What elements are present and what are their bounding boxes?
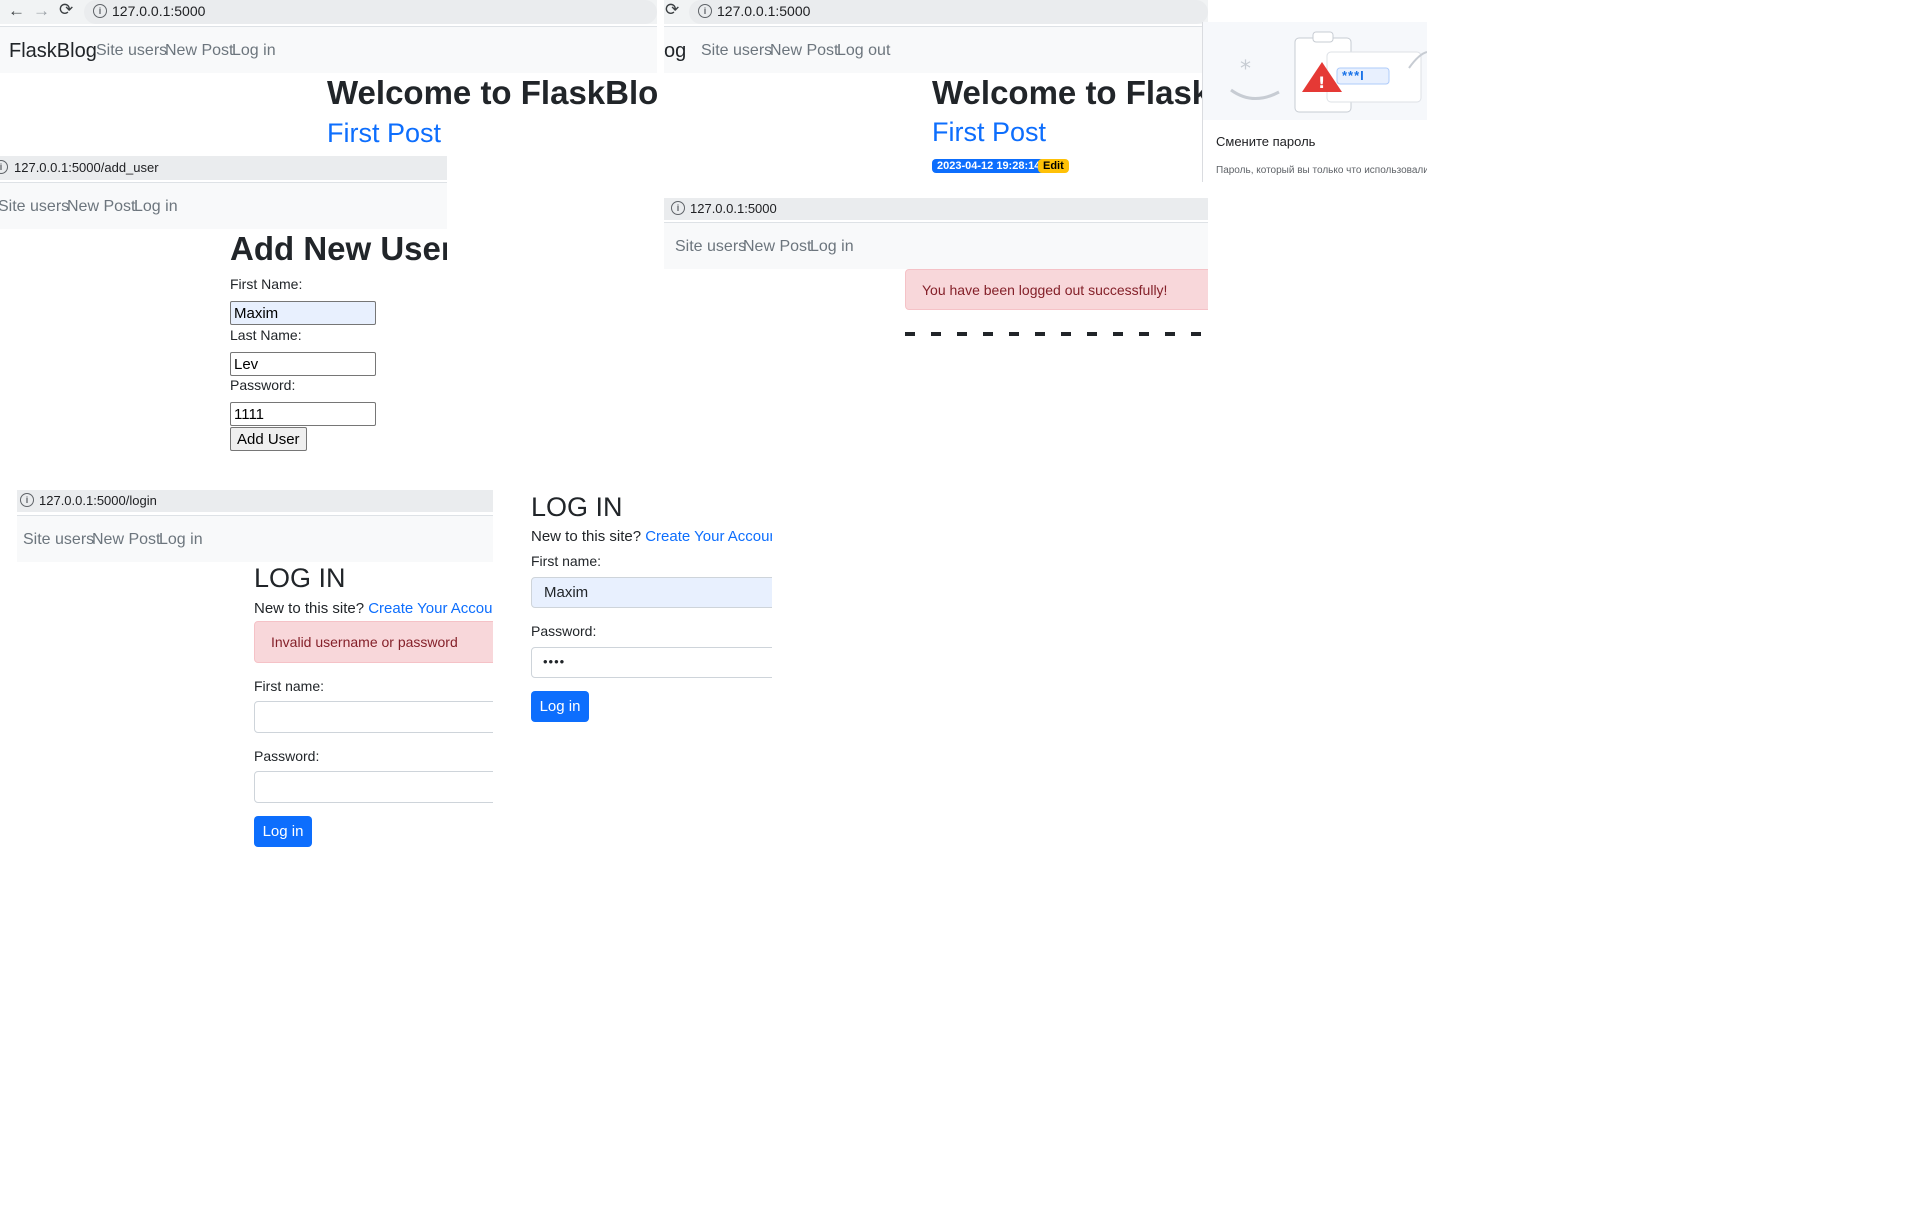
url-text: 127.0.0.1:5000 bbox=[112, 3, 206, 19]
edit-badge[interactable]: Edit bbox=[1038, 159, 1069, 173]
browser-toolbar: ← → ⟳ i 127.0.0.1:5000 bbox=[0, 0, 657, 24]
new-to-site-text: New to this site? Create Your Account bbox=[531, 528, 772, 545]
new-to-site-label: New to this site? bbox=[531, 528, 642, 545]
nav-log-in[interactable]: Log in bbox=[810, 238, 854, 256]
panel-home-logged-in: ⟳ i 127.0.0.1:5000 og Site users New Pos… bbox=[664, 0, 1208, 182]
last-name-field[interactable] bbox=[230, 352, 376, 376]
first-name-field[interactable] bbox=[254, 701, 493, 733]
navbar: og Site users New Post Log out bbox=[664, 26, 1208, 73]
nav-log-in[interactable]: Log in bbox=[159, 531, 203, 549]
nav-new-post[interactable]: New Post bbox=[743, 238, 811, 256]
url-text: 127.0.0.1:5000/add_user bbox=[14, 160, 159, 175]
reload-icon[interactable]: ⟳ bbox=[59, 0, 73, 20]
first-name-label: First name: bbox=[254, 678, 325, 694]
nav-site-users[interactable]: Site users bbox=[0, 198, 69, 216]
navbar: FlaskBlog Site users New Post Log in bbox=[0, 26, 657, 73]
login-button[interactable]: Log in bbox=[531, 691, 589, 722]
nav-site-users[interactable]: Site users bbox=[96, 42, 167, 60]
nav-site-users[interactable]: Site users bbox=[675, 238, 746, 256]
invalid-login-alert: Invalid username or password bbox=[254, 621, 493, 663]
page-title: LOG IN bbox=[531, 492, 623, 522]
nav-site-users[interactable]: Site users bbox=[701, 42, 772, 60]
info-icon[interactable]: i bbox=[93, 4, 107, 18]
info-icon[interactable]: i bbox=[671, 201, 685, 215]
post-title-link[interactable]: First Post bbox=[327, 118, 441, 149]
password-warning-popup: * ! ***I Смените пароль Пароль, который … bbox=[1202, 22, 1427, 182]
brand-link[interactable]: og bbox=[664, 40, 686, 63]
browser-toolbar: i 127.0.0.1:5000 bbox=[664, 198, 1208, 220]
password-field[interactable] bbox=[254, 771, 493, 803]
popup-illustration: * ! ***I bbox=[1203, 22, 1427, 120]
nav-new-post[interactable]: New Post bbox=[92, 531, 160, 549]
popup-text: Пароль, который вы только что использова… bbox=[1216, 165, 1427, 176]
new-to-site-text: New to this site? Create Your Account bbox=[254, 600, 493, 617]
add-user-button[interactable]: Add User bbox=[230, 427, 307, 451]
password-field[interactable] bbox=[230, 402, 376, 426]
brand-link[interactable]: FlaskBlog bbox=[9, 40, 97, 63]
nav-site-users[interactable]: Site users bbox=[23, 531, 94, 549]
panel-logged-out: i 127.0.0.1:5000 Site users New Post Log… bbox=[664, 198, 1208, 336]
forward-arrow-icon[interactable]: → bbox=[33, 1, 50, 21]
navbar: Site users New Post Log in bbox=[17, 515, 493, 562]
nav-new-post[interactable]: New Post bbox=[770, 42, 838, 60]
password-label: Password: bbox=[230, 377, 296, 393]
url-text: 127.0.0.1:5000 bbox=[690, 201, 777, 216]
password-mask: ***I bbox=[1342, 68, 1365, 83]
nav-log-out[interactable]: Log out bbox=[837, 42, 890, 60]
password-label: Password: bbox=[254, 748, 320, 764]
nav-new-post[interactable]: New Post bbox=[67, 198, 135, 216]
svg-text:*: * bbox=[1240, 57, 1251, 82]
create-account-link[interactable]: Create Your Account bbox=[368, 600, 493, 617]
url-text: 127.0.0.1:5000 bbox=[717, 3, 811, 19]
first-name-label: First name: bbox=[531, 553, 602, 569]
first-name-label: First Name: bbox=[230, 276, 303, 292]
cut-off-heading-fragment bbox=[905, 329, 1205, 336]
address-bar[interactable]: i 127.0.0.1:5000 bbox=[84, 0, 657, 24]
url-text: 127.0.0.1:5000/login bbox=[39, 493, 157, 508]
page-title: LOG IN bbox=[254, 563, 346, 593]
nav-log-in[interactable]: Log in bbox=[232, 42, 276, 60]
address-bar[interactable]: i 127.0.0.1:5000 bbox=[689, 0, 1208, 24]
password-leak-illustration-icon: * ! bbox=[1230, 31, 1427, 113]
post-title-link[interactable]: First Post bbox=[932, 117, 1046, 148]
reload-icon[interactable]: ⟳ bbox=[665, 0, 679, 20]
svg-text:!: ! bbox=[1318, 73, 1325, 92]
password-dots: •••• bbox=[543, 654, 566, 669]
panel-login-filled: LOG IN New to this site? Create Your Acc… bbox=[531, 490, 772, 730]
logout-alert: You have been logged out successfully! bbox=[905, 269, 1208, 310]
nav-log-in[interactable]: Log in bbox=[134, 198, 178, 216]
new-to-site-label: New to this site? bbox=[254, 600, 365, 617]
info-icon[interactable]: i bbox=[0, 160, 8, 174]
popup-title: Смените пароль bbox=[1216, 134, 1316, 149]
nav-new-post[interactable]: New Post bbox=[165, 42, 233, 60]
password-field[interactable]: •••• bbox=[531, 647, 772, 678]
navbar: Site users New Post Log in bbox=[664, 222, 1208, 269]
navbar: Site users New Post Log in bbox=[0, 182, 447, 229]
timestamp-badge: 2023-04-12 19:28:14 bbox=[932, 159, 1046, 173]
invalid-login-alert-text: Invalid username or password bbox=[271, 634, 458, 650]
create-account-link[interactable]: Create Your Account bbox=[645, 528, 772, 545]
login-button[interactable]: Log in bbox=[254, 816, 312, 847]
page-title: Welcome to FlaskB bbox=[932, 74, 1208, 111]
first-name-field[interactable] bbox=[531, 577, 772, 608]
first-name-field[interactable] bbox=[230, 301, 376, 325]
last-name-label: Last Name: bbox=[230, 327, 302, 343]
page-title: Add New User bbox=[230, 230, 447, 267]
browser-toolbar: i 127.0.0.1:5000/login bbox=[17, 490, 493, 512]
panel-add-user: i 127.0.0.1:5000/add_user Site users New… bbox=[0, 156, 447, 456]
info-icon[interactable]: i bbox=[20, 493, 34, 507]
logout-alert-text: You have been logged out successfully! bbox=[922, 282, 1168, 298]
page-title: Welcome to FlaskBlog bbox=[327, 74, 657, 111]
panel-login-invalid: i 127.0.0.1:5000/login Site users New Po… bbox=[17, 490, 493, 860]
password-label: Password: bbox=[531, 623, 597, 639]
panel-home-logged-out: ← → ⟳ i 127.0.0.1:5000 FlaskBlog Site us… bbox=[0, 0, 657, 160]
info-icon[interactable]: i bbox=[698, 4, 712, 18]
browser-toolbar: ⟳ i 127.0.0.1:5000 bbox=[664, 0, 1208, 24]
browser-toolbar: i 127.0.0.1:5000/add_user bbox=[0, 156, 447, 180]
back-arrow-icon[interactable]: ← bbox=[8, 1, 25, 21]
